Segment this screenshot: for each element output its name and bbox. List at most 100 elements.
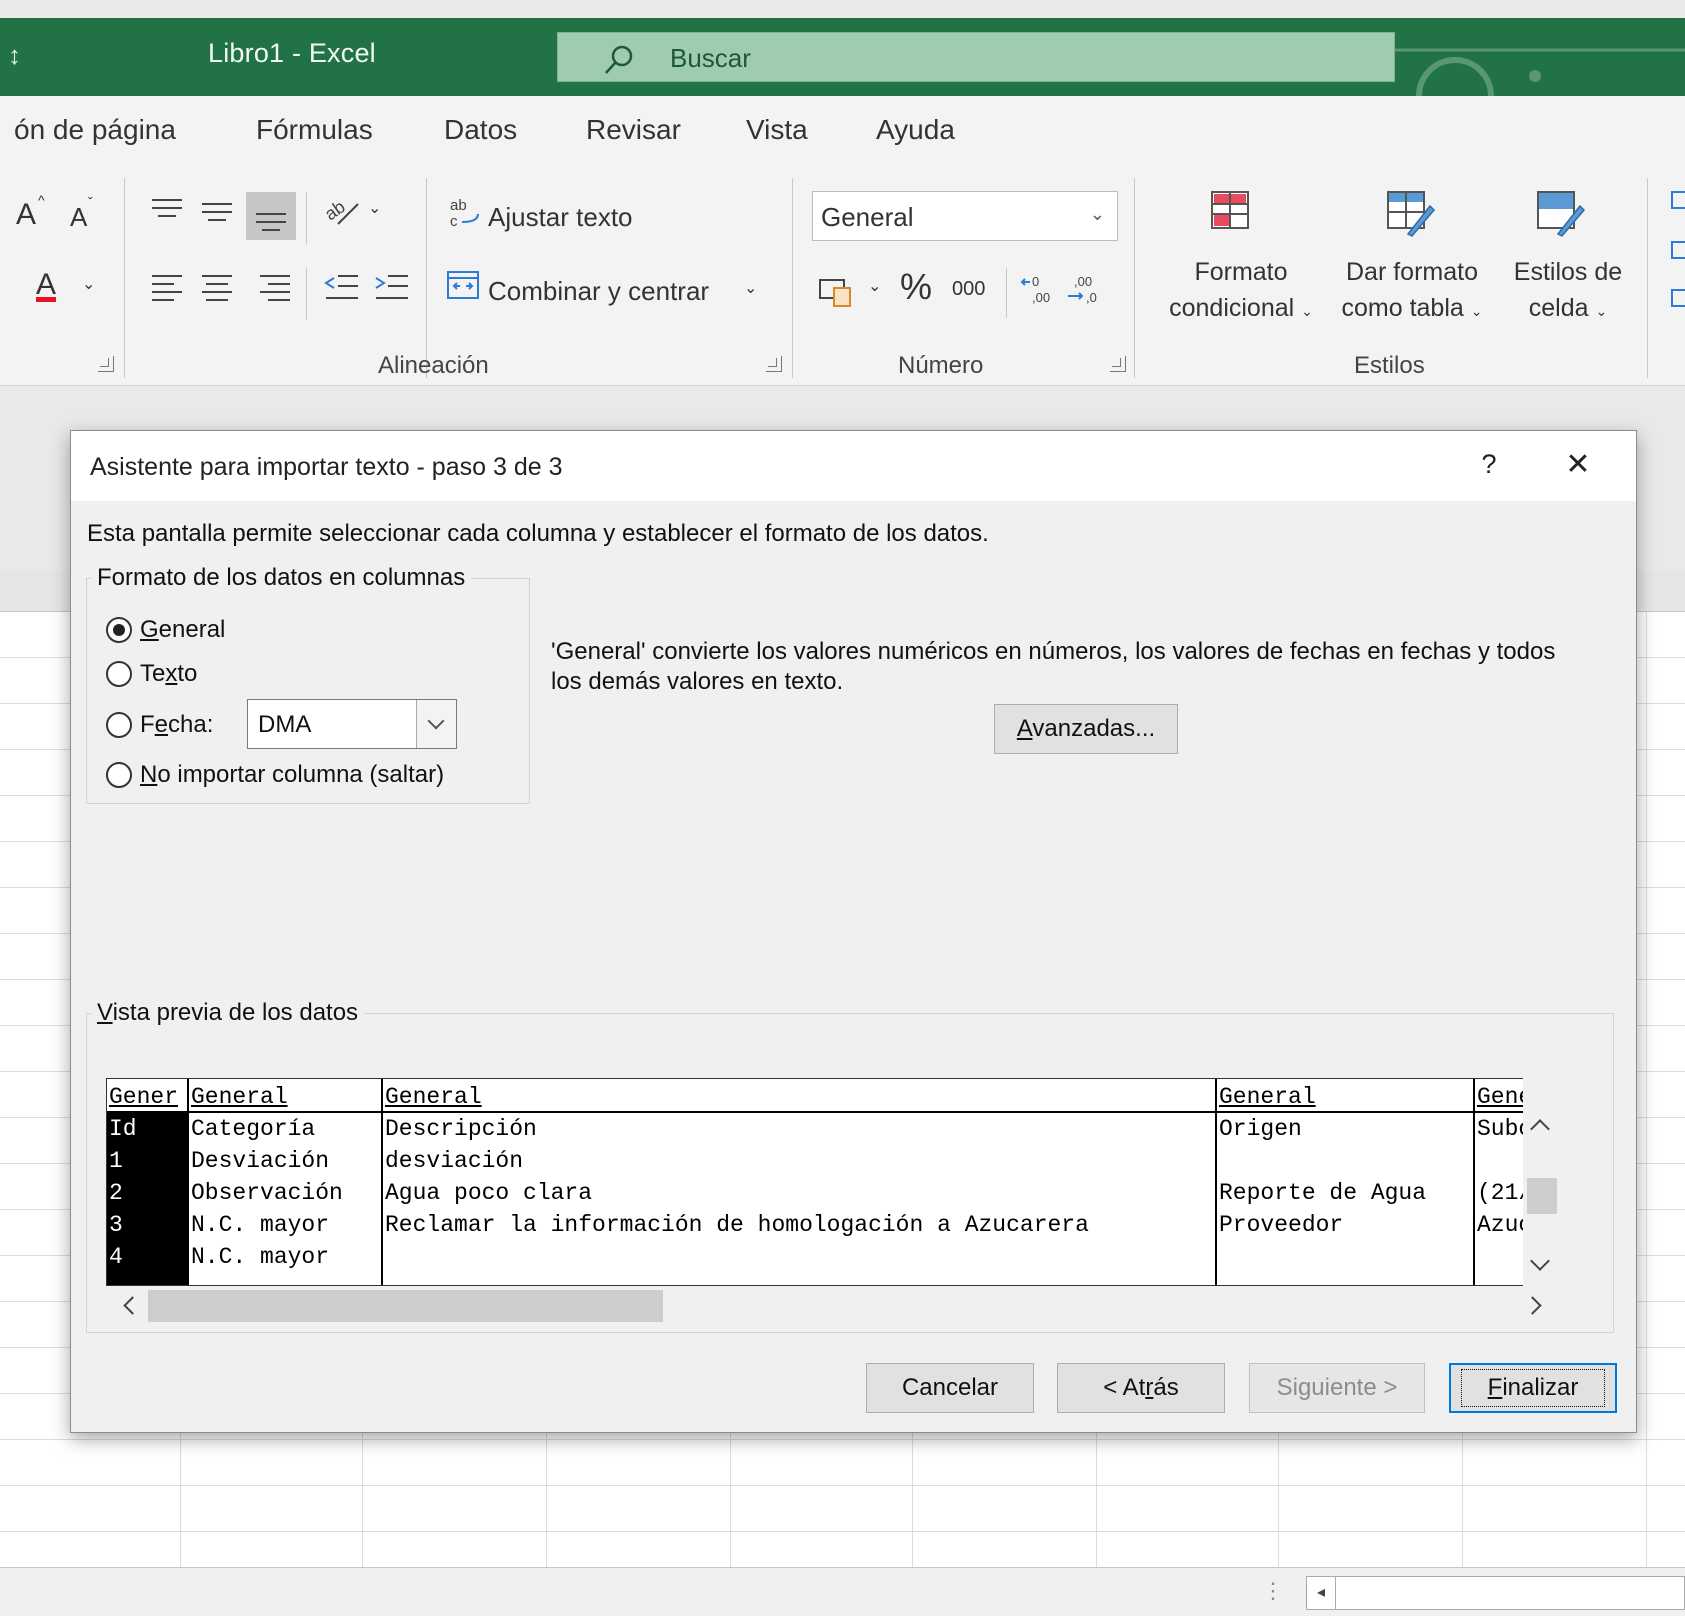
horizontal-scrollbar[interactable]	[1336, 1576, 1685, 1610]
chevron-down-icon[interactable]	[416, 700, 456, 748]
radio-date[interactable]: Fecha:	[106, 711, 213, 739]
preview-vertical-scrollbar[interactable]	[1523, 1078, 1563, 1286]
finish-button-label: Finalizar	[1460, 1369, 1606, 1407]
help-button[interactable]: ?	[1471, 449, 1507, 480]
accounting-format-icon[interactable]	[818, 274, 856, 308]
text-import-wizard-dialog: Asistente para importar texto - paso 3 d…	[70, 430, 1637, 1433]
tab-page-layout[interactable]: ón de página	[14, 114, 176, 146]
decrease-font-button[interactable]: A	[70, 202, 87, 233]
preview-cell: Origen	[1219, 1116, 1302, 1142]
conditional-format-icon	[1211, 191, 1249, 229]
merge-dropdown[interactable]: ⌄	[744, 278, 757, 298]
align-right-icon[interactable]	[258, 272, 294, 302]
scroll-left-button[interactable]: ◂	[1306, 1576, 1336, 1610]
align-bottom-icon	[256, 213, 286, 231]
orientation-icon[interactable]: ab	[322, 192, 366, 232]
cancel-button[interactable]: Cancelar	[866, 1363, 1034, 1413]
conditional-format-button[interactable]: Formato condicional ⌄	[1156, 254, 1326, 329]
tab-view[interactable]: Vista	[746, 114, 808, 146]
chevron-down-icon[interactable]	[1530, 1251, 1550, 1271]
preview-horizontal-scrollbar[interactable]	[106, 1286, 1559, 1326]
gridline	[1646, 612, 1647, 1567]
dialog-title: Asistente para importar texto - paso 3 d…	[90, 453, 563, 481]
separator	[306, 268, 307, 320]
svg-text:0: 0	[1032, 274, 1039, 289]
number-dialog-launcher[interactable]	[1110, 356, 1126, 372]
number-format-value: General	[821, 202, 914, 232]
decrease-indent-icon[interactable]	[324, 272, 360, 302]
close-button[interactable]: ✕	[1556, 443, 1600, 487]
align-top-icon[interactable]	[150, 196, 186, 226]
preview-cell: Reclamar la información de homologación …	[385, 1212, 1089, 1238]
preview-column-3[interactable]: General Descripción desviación Agua poco…	[383, 1079, 1215, 1285]
radio-text-label: Texto	[140, 660, 198, 687]
format-as-table-line2: como tabla	[1341, 294, 1464, 322]
preview-cell: Id	[109, 1116, 137, 1142]
svg-text:ab: ab	[450, 197, 467, 214]
sheet-tab-splitter[interactable]: ⋮	[1262, 1578, 1284, 1604]
decrease-decimal-icon[interactable]: ,00,0	[1066, 272, 1106, 308]
align-bottom-button[interactable]	[246, 192, 296, 240]
align-middle-icon[interactable]	[200, 196, 236, 226]
preview-cell: 1	[109, 1148, 123, 1174]
dialog-intro-text: Esta pantalla permite seleccionar cada c…	[87, 520, 989, 547]
separator	[1134, 178, 1135, 378]
quick-access-icon[interactable]: ↕	[8, 40, 21, 71]
preview-column-2[interactable]: General Categoría Desviación Observación…	[189, 1079, 381, 1285]
font-color-button[interactable]: A	[36, 268, 56, 302]
cell-styles-button[interactable]: Estilos de celda ⌄	[1500, 254, 1636, 329]
radio-skip-indicator[interactable]	[106, 762, 132, 788]
tab-data[interactable]: Datos	[444, 114, 517, 146]
radio-skip-column[interactable]: No importar columna (saltar)	[106, 761, 444, 789]
tab-formulas[interactable]: Fórmulas	[256, 114, 373, 146]
font-dialog-launcher[interactable]	[98, 356, 114, 372]
conditional-format-line1: Formato	[1194, 258, 1288, 286]
radio-text[interactable]: Texto	[106, 660, 197, 688]
accounting-dropdown[interactable]: ⌄	[868, 276, 881, 296]
format-as-table-button[interactable]: Dar formato como tabla ⌄	[1336, 254, 1488, 329]
back-button[interactable]: < Atrás	[1057, 1363, 1225, 1413]
align-left-icon[interactable]	[150, 272, 186, 302]
alignment-dialog-launcher[interactable]	[766, 356, 782, 372]
orientation-dropdown[interactable]: ⌄	[368, 198, 381, 218]
font-color-dropdown[interactable]: ⌄	[82, 274, 95, 294]
data-preview[interactable]: Gener Id 1 2 3 4 General Categoría Desvi…	[106, 1078, 1559, 1286]
number-format-select[interactable]: General ⌄	[812, 191, 1118, 241]
scroll-thumb[interactable]	[148, 1290, 663, 1322]
scroll-thumb[interactable]	[1527, 1178, 1557, 1214]
thousands-button[interactable]: 000	[952, 278, 985, 301]
next-button-label: Siguiente >	[1276, 1374, 1398, 1401]
preview-column-1[interactable]: Gener Id 1 2 3 4	[107, 1079, 187, 1285]
wrap-text-button[interactable]: Ajustar texto	[488, 202, 633, 233]
search-placeholder: Buscar	[670, 43, 751, 73]
merge-center-button[interactable]: Combinar y centrar	[488, 276, 709, 307]
preview-column-4[interactable]: General Origen Reporte de Agua Proveedor	[1217, 1079, 1473, 1285]
increase-decimal-icon[interactable]: 0,00	[1020, 272, 1060, 308]
decrease-font-caret: ˇ	[88, 194, 93, 210]
advanced-button[interactable]: Avanzadas...	[994, 704, 1178, 754]
tab-help[interactable]: Ayuda	[876, 114, 955, 146]
radio-date-indicator[interactable]	[106, 712, 132, 738]
next-button[interactable]: Siguiente >	[1249, 1363, 1425, 1413]
finish-button[interactable]: Finalizar	[1449, 1363, 1617, 1413]
align-center-icon[interactable]	[200, 272, 236, 302]
radio-text-indicator[interactable]	[106, 661, 132, 687]
svg-text:,00: ,00	[1032, 290, 1050, 305]
chevron-up-icon[interactable]	[1530, 1119, 1550, 1139]
increase-indent-icon[interactable]	[374, 272, 410, 302]
back-button-label: < Atrás	[1103, 1374, 1179, 1401]
tab-review[interactable]: Revisar	[586, 114, 681, 146]
increase-font-button[interactable]: A	[16, 198, 36, 232]
radio-general-indicator[interactable]	[106, 617, 132, 643]
chevron-down-icon: ⌄	[1301, 303, 1313, 319]
chevron-right-icon[interactable]	[1523, 1296, 1542, 1315]
date-format-select[interactable]: DMA	[247, 699, 457, 749]
preview-cell	[383, 1241, 1215, 1273]
cells-group-icon[interactable]	[1670, 178, 1685, 318]
chevron-left-icon[interactable]	[123, 1296, 142, 1315]
search-box[interactable]: Buscar	[557, 32, 1395, 82]
radio-general[interactable]: General	[106, 616, 225, 644]
conditional-format-line2: condicional	[1169, 294, 1295, 322]
cell-styles-line1: Estilos de	[1513, 258, 1623, 286]
percent-button[interactable]: %	[900, 266, 932, 308]
